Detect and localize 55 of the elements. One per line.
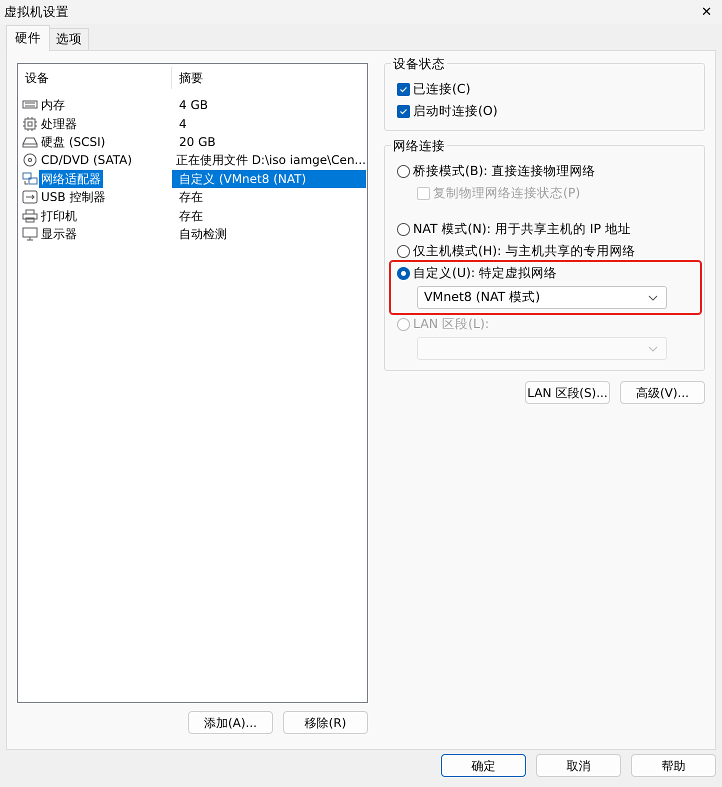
device-name[interactable]: 处理器 [39, 114, 79, 133]
radio-button[interactable] [397, 244, 410, 258]
checkbox-label: 启动时连接(O) [413, 102, 498, 120]
radio-label: 桥接模式(B): 直接连接物理网络 [413, 162, 596, 180]
radio-button[interactable] [397, 164, 410, 178]
checkbox-label: 已连接(C) [413, 80, 470, 98]
device-summary: 自定义 (VMnet8 (NAT) [172, 170, 366, 188]
dialog-button[interactable]: 帮助 [631, 754, 716, 777]
drive-icon [22, 134, 38, 149]
checkmark-icon [399, 106, 408, 116]
device-name[interactable]: CD/DVD (SATA) [39, 151, 134, 170]
device-summary: 4 [178, 116, 188, 133]
device-name[interactable]: 网络适配器 [39, 170, 103, 188]
column-header[interactable]: 设备 [19, 67, 172, 89]
dialog-button[interactable]: 取消 [536, 754, 621, 777]
column-header[interactable]: 摘要 [172, 69, 366, 87]
close-button[interactable]: ✕ [701, 6, 712, 18]
network-icon [22, 172, 38, 186]
device-name[interactable]: USB 控制器 [39, 188, 108, 206]
tab[interactable]: 选项 [49, 28, 89, 50]
chip-icon [22, 116, 38, 131]
dialog-button[interactable]: 确定 [441, 754, 526, 777]
radio-label: NAT 模式(N): 用于共享主机的 IP 地址 [413, 220, 631, 238]
device-name[interactable]: 显示器 [39, 224, 79, 243]
usb-icon [22, 190, 38, 204]
radio-button[interactable] [397, 222, 410, 236]
radio-button[interactable] [397, 266, 410, 280]
checkbox[interactable] [397, 104, 410, 118]
dropdown[interactable]: VMnet8 (NAT 模式) [417, 286, 667, 309]
chevron-icon [648, 294, 658, 300]
device-name[interactable]: 硬盘 (SCSI) [39, 132, 108, 151]
device-summary: 4 GB [178, 97, 209, 114]
radio-label: 自定义(U): 特定虚拟网络 [413, 264, 558, 282]
device-summary: 存在 [178, 208, 204, 225]
device-name[interactable]: 内存 [39, 96, 67, 114]
radio-label: 仅主机模式(H): 与主机共享的专用网络 [413, 242, 636, 260]
checkbox[interactable] [397, 82, 410, 96]
device-button[interactable]: 移除(R) [283, 711, 368, 734]
device-summary: 自动检测 [178, 226, 228, 243]
chevron-icon [648, 346, 658, 352]
printer-icon [22, 208, 38, 223]
window-title: 虚拟机设置 [4, 2, 69, 21]
device-name[interactable]: 打印机 [39, 206, 79, 225]
device-button[interactable]: 添加(A)... [188, 711, 273, 734]
device-summary: 存在 [178, 189, 204, 206]
tab[interactable]: 硬件 [6, 25, 50, 51]
network-button[interactable]: LAN 区段(S)... [525, 381, 610, 404]
radio-label: LAN 区段(L): [413, 314, 490, 333]
device-summary: 20 GB [178, 134, 217, 151]
monitor-icon [22, 226, 38, 241]
checkmark-icon [399, 84, 408, 94]
disc-icon [22, 153, 38, 168]
device-summary: 正在使用文件 D:\iso iamge\Cen... [174, 152, 366, 170]
checkbox-label: 复制物理网络连接状态(P) [433, 184, 580, 202]
network-button[interactable]: 高级(V)... [620, 381, 705, 404]
